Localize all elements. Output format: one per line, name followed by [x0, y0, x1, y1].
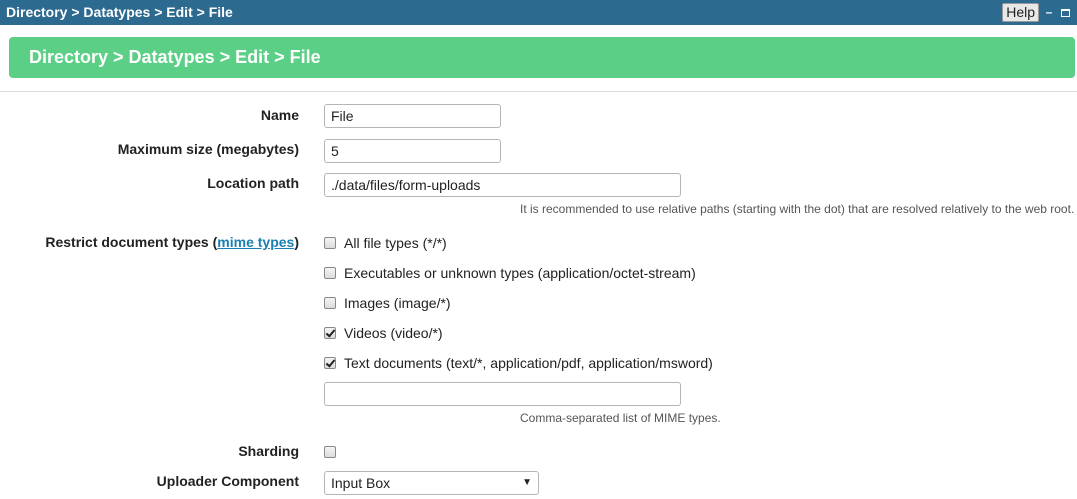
option-images[interactable]: Images (image/*) — [324, 294, 451, 312]
option-videos[interactable]: Videos (video/*) — [324, 324, 443, 342]
minimize-icon[interactable]: – — [1043, 4, 1055, 21]
window-title: Directory > Datatypes > Edit > File — [6, 4, 233, 20]
sharding-label: Sharding — [238, 443, 299, 459]
checkbox[interactable] — [324, 267, 336, 279]
window-controls: Help – — [1002, 3, 1071, 22]
custom-mime-hint: Comma-separated list of MIME types. — [520, 411, 721, 425]
sharding-checkbox[interactable] — [324, 446, 336, 458]
option-all-types[interactable]: All file types (*/*) — [324, 234, 447, 252]
max-size-input[interactable]: 5 — [324, 139, 501, 163]
location-hint: It is recommended to use relative paths … — [520, 202, 1075, 216]
name-label: Name — [260, 107, 299, 123]
mime-types-link[interactable]: mime types — [217, 234, 294, 250]
option-executables[interactable]: Executables or unknown types (applicatio… — [324, 264, 696, 282]
option-label: Videos (video/*) — [344, 325, 443, 341]
checkbox[interactable] — [324, 297, 336, 309]
help-button[interactable]: Help — [1002, 3, 1039, 22]
restrict-types-label: Restrict document types (mime types) — [45, 234, 299, 250]
maximize-icon[interactable] — [1059, 4, 1071, 21]
sharding-option[interactable] — [324, 443, 344, 461]
checkbox[interactable] — [324, 327, 336, 339]
page-title-banner: Directory > Datatypes > Edit > File — [9, 37, 1075, 78]
max-size-label: Maximum size (megabytes) — [117, 141, 299, 157]
location-input[interactable]: ./data/files/form-uploads — [324, 173, 681, 197]
restrict-label-prefix: Restrict document types ( — [45, 234, 218, 250]
checkbox[interactable] — [324, 237, 336, 249]
uploader-select[interactable]: Input Box ▼ — [324, 471, 539, 495]
option-label: Images (image/*) — [344, 295, 451, 311]
option-label: All file types (*/*) — [344, 235, 447, 251]
custom-mime-input[interactable] — [324, 382, 681, 406]
page-title: Directory > Datatypes > Edit > File — [29, 47, 321, 67]
chevron-down-icon: ▼ — [522, 477, 532, 488]
uploader-label: Uploader Component — [156, 473, 299, 489]
location-label: Location path — [207, 175, 299, 191]
name-input[interactable]: File — [324, 104, 501, 128]
option-label: Text documents (text/*, application/pdf,… — [344, 355, 713, 371]
window-titlebar: Directory > Datatypes > Edit > File Help… — [0, 0, 1077, 25]
option-text-documents[interactable]: Text documents (text/*, application/pdf,… — [324, 354, 713, 372]
option-label: Executables or unknown types (applicatio… — [344, 265, 696, 281]
uploader-selected-value: Input Box — [331, 475, 391, 491]
divider — [0, 91, 1077, 92]
restrict-label-suffix: ) — [294, 234, 299, 250]
checkbox[interactable] — [324, 357, 336, 369]
